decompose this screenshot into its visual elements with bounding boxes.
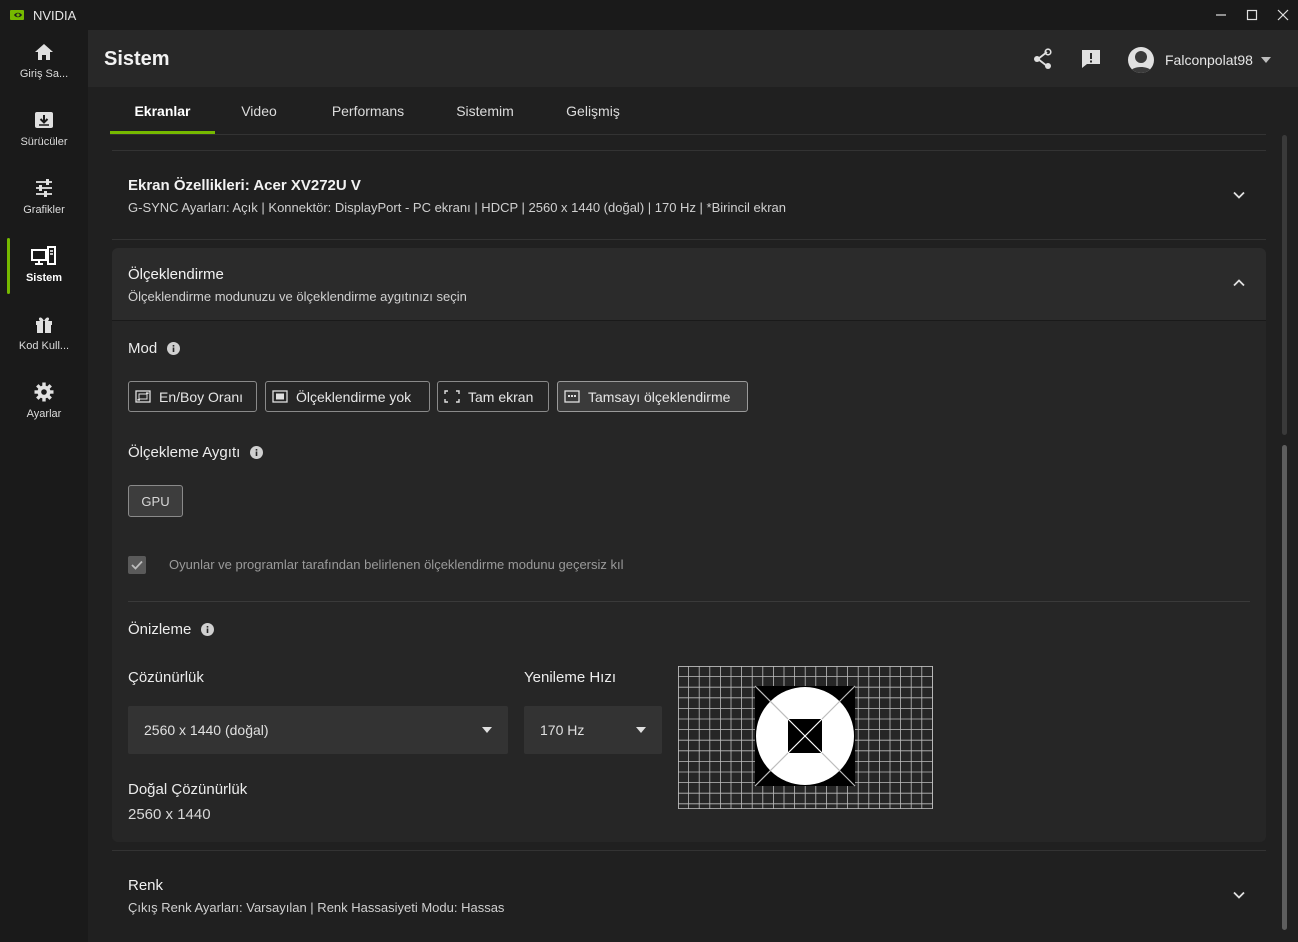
sidebar-item-system[interactable]: Sistem <box>0 236 88 296</box>
minimize-icon <box>1216 14 1226 16</box>
sidebar-item-drivers[interactable]: Sürücüler <box>0 100 88 160</box>
user-icon <box>1130 51 1152 73</box>
page-header: Sistem Falconpolat98 <box>88 30 1298 87</box>
section-divider <box>128 601 1250 602</box>
scaling-device-label: Ölçekleme Aygıtı <box>128 444 264 461</box>
scaling-header[interactable]: Ölçeklendirme Ölçeklendirme modunuzu ve … <box>112 248 1266 321</box>
scrollbar-track[interactable] <box>1282 135 1287 435</box>
close-button[interactable] <box>1268 0 1298 30</box>
sidebar-item-redeem[interactable]: Kod Kull... <box>0 304 88 364</box>
home-icon <box>35 44 53 60</box>
mode-label: En/Boy Oranı <box>159 388 244 405</box>
chevron-down-icon <box>1260 57 1271 63</box>
download-icon <box>35 112 53 128</box>
main-content: Sistem Falconpolat98 Ekranlar Video Perf… <box>88 30 1298 942</box>
sidebar-item-label: Giriş Sa... <box>19 68 69 80</box>
refresh-rate-select[interactable]: 170 Hz <box>524 706 662 754</box>
system-icon <box>31 246 56 265</box>
resolution-value: 2560 x 1440 (doğal) <box>144 722 269 738</box>
no-scaling-icon <box>272 390 288 403</box>
avatar <box>1128 47 1154 73</box>
preview-label: Önizleme <box>128 621 215 638</box>
mode-label: Mod <box>128 340 181 357</box>
info-icon[interactable] <box>201 623 215 636</box>
scaling-card: Ölçeklendirme Ölçeklendirme modunuzu ve … <box>112 248 1266 842</box>
refresh-rate-label: Yenileme Hızı <box>524 669 616 686</box>
mode-integer-scaling-button[interactable]: Tamsayı ölçeklendirme <box>557 381 748 412</box>
page-title: Sistem <box>104 48 170 70</box>
chevron-up-icon[interactable] <box>1232 276 1246 290</box>
sidebar: Giriş Sa... Sürücüler Grafikler Sistem K… <box>0 30 88 942</box>
share-icon <box>1034 48 1052 69</box>
tab-performance[interactable]: Performans <box>326 87 410 134</box>
checkmark-icon <box>131 560 143 570</box>
native-resolution-label: Doğal Çözünürlük <box>128 781 248 798</box>
tabs-divider <box>110 134 1266 135</box>
info-icon[interactable] <box>250 446 264 459</box>
title-bar: NVIDIA <box>0 0 1298 30</box>
mode-label: Tam ekran <box>468 388 534 405</box>
mode-fullscreen-button[interactable]: Tam ekran <box>437 381 549 412</box>
sidebar-item-settings[interactable]: Ayarlar <box>0 372 88 432</box>
scaling-device-gpu-button[interactable]: GPU <box>128 485 183 517</box>
caret-down-icon <box>636 727 646 733</box>
card-subtitle: Ölçeklendirme modunuzu ve ölçeklendirme … <box>128 289 467 304</box>
info-icon[interactable] <box>167 342 181 355</box>
sidebar-item-label: Kod Kull... <box>18 340 70 352</box>
gear-icon <box>34 382 54 402</box>
mode-label: Ölçeklendirme yok <box>296 388 412 405</box>
share-button[interactable] <box>1031 47 1055 71</box>
nvidia-logo-icon <box>10 10 24 20</box>
integer-scaling-icon <box>564 390 580 403</box>
tab-advanced[interactable]: Gelişmiş <box>563 87 623 134</box>
mode-no-scaling-button[interactable]: Ölçeklendirme yok <box>265 381 430 412</box>
refresh-rate-value: 170 Hz <box>540 722 585 738</box>
sidebar-item-graphics[interactable]: Grafikler <box>0 168 88 228</box>
caret-down-icon <box>482 727 492 733</box>
feedback-icon <box>1082 50 1100 68</box>
window-title: NVIDIA <box>33 7 77 23</box>
tab-my-system[interactable]: Sistemim <box>452 87 518 134</box>
gift-icon <box>36 317 52 333</box>
display-properties-card[interactable]: Ekran Özellikleri: Acer XV272U V G-SYNC … <box>112 150 1266 240</box>
scrollbar-thumb[interactable] <box>1282 445 1287 930</box>
sidebar-item-label: Sürücüler <box>20 136 68 148</box>
sliders-icon <box>36 179 52 197</box>
card-title: Renk <box>128 877 164 894</box>
scaling-device-label-text: Ölçekleme Aygıtı <box>128 444 241 461</box>
card-subtitle: Çıkış Renk Ayarları: Varsayılan | Renk H… <box>128 900 505 915</box>
sidebar-item-label: Grafikler <box>23 204 65 216</box>
sidebar-item-label: Sistem <box>25 272 63 284</box>
close-icon <box>1277 9 1289 21</box>
tab-video[interactable]: Video <box>237 87 281 134</box>
minimize-button[interactable] <box>1206 0 1236 30</box>
mode-label-text: Mod <box>128 340 158 357</box>
card-subtitle: G-SYNC Ayarları: Açık | Konnektör: Displ… <box>128 200 787 215</box>
resolution-select[interactable]: 2560 x 1440 (doğal) <box>128 706 508 754</box>
color-card[interactable]: Renk Çıkış Renk Ayarları: Varsayılan | R… <box>112 850 1266 940</box>
aspect-ratio-icon <box>135 390 151 403</box>
user-menu[interactable]: Falconpolat98 <box>1128 46 1271 74</box>
preview-label-text: Önizleme <box>128 621 192 638</box>
maximize-button[interactable] <box>1237 0 1267 30</box>
sidebar-item-home[interactable]: Giriş Sa... <box>0 32 88 92</box>
mode-label: Tamsayı ölçeklendirme <box>588 388 731 405</box>
override-label: Oyunlar ve programlar tarafından belirle… <box>169 557 624 572</box>
sidebar-item-label: Ayarlar <box>26 408 62 420</box>
mode-aspect-ratio-button[interactable]: En/Boy Oranı <box>128 381 257 412</box>
resolution-label: Çözünürlük <box>128 669 204 686</box>
chevron-down-icon[interactable] <box>1232 888 1246 902</box>
chevron-down-icon[interactable] <box>1232 188 1246 202</box>
fullscreen-icon <box>444 390 460 403</box>
card-title: Ölçeklendirme <box>128 266 224 283</box>
maximize-icon <box>1246 9 1258 21</box>
username: Falconpolat98 <box>1165 52 1253 68</box>
tab-displays[interactable]: Ekranlar <box>110 87 215 134</box>
card-title: Ekran Özellikleri: Acer XV272U V <box>128 177 361 194</box>
native-resolution-value: 2560 x 1440 <box>128 806 211 823</box>
override-checkbox[interactable] <box>128 556 146 574</box>
scaling-preview <box>678 666 933 809</box>
feedback-button[interactable] <box>1079 47 1103 71</box>
